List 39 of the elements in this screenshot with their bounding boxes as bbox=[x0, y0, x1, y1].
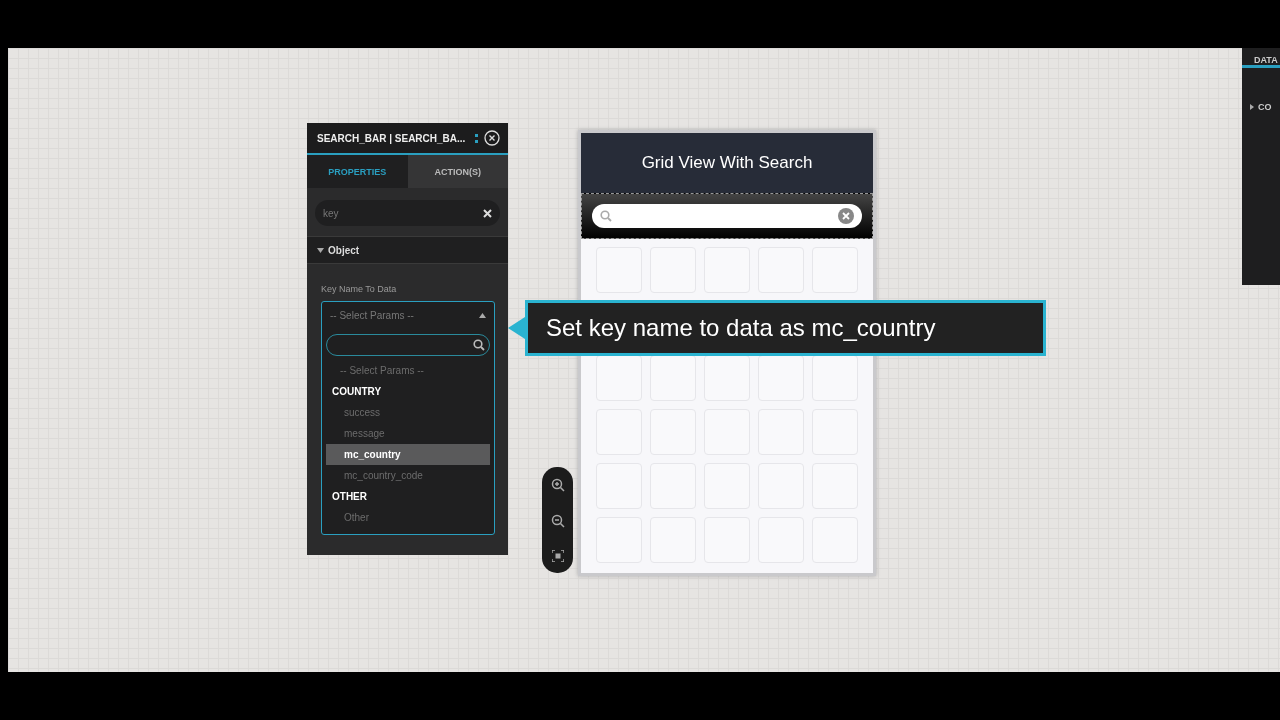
panel-tab[interactable]: PROPERTIES bbox=[307, 155, 408, 188]
drag-handle-icon[interactable] bbox=[475, 133, 478, 143]
search-icon bbox=[600, 210, 612, 222]
dropdown-option[interactable]: message bbox=[326, 423, 490, 444]
dropdown-option[interactable]: success bbox=[326, 402, 490, 423]
filter-field[interactable]: key bbox=[315, 200, 500, 226]
filter-value: key bbox=[323, 207, 340, 219]
side-panel-item[interactable]: CO bbox=[1258, 102, 1272, 112]
dropdown-value: -- Select Params -- bbox=[330, 309, 414, 321]
option-group-label: COUNTRY bbox=[331, 385, 383, 399]
dropdown-option[interactable]: Other bbox=[326, 507, 490, 528]
option-group-label: OTHER bbox=[331, 490, 368, 504]
panel-title: SEARCH_BAR | SEARCH_BA... bbox=[317, 132, 467, 144]
grid-cell bbox=[704, 355, 750, 401]
grid-cell bbox=[758, 355, 804, 401]
dropdown-option[interactable]: mc_country_code bbox=[326, 465, 490, 486]
app-title: Grid View With Search bbox=[641, 153, 813, 173]
zoom-out-icon[interactable] bbox=[550, 514, 565, 528]
clear-icon[interactable] bbox=[483, 208, 492, 218]
tooltip-text: Set key name to data as mc_country bbox=[546, 314, 936, 342]
panel-tab[interactable]: ACTION(S) bbox=[407, 155, 508, 188]
field-label: Key Name To Data bbox=[321, 284, 398, 294]
grid-cell bbox=[812, 355, 858, 401]
dropdown-option[interactable]: mc_country bbox=[326, 444, 490, 465]
search-icon bbox=[473, 339, 485, 351]
zoom-in-icon[interactable] bbox=[550, 478, 565, 492]
caret-up-icon bbox=[479, 312, 486, 318]
caret-right-icon bbox=[1250, 104, 1254, 110]
fit-screen-icon[interactable] bbox=[551, 550, 564, 562]
dropdown-option[interactable]: -- Select Params -- bbox=[326, 360, 490, 381]
grid-cell bbox=[650, 355, 696, 401]
params-dropdown[interactable]: -- Select Params -- -- Select Params -- COUNTRY success message mc_country mc_country_code OTHER Other bbox=[321, 301, 495, 535]
search-field[interactable] bbox=[592, 204, 862, 228]
section-header[interactable]: Object bbox=[307, 236, 508, 264]
grid-cell bbox=[596, 355, 642, 401]
section-label: Object bbox=[328, 244, 360, 256]
side-panel-title: DATA bbox=[1254, 55, 1278, 65]
close-icon[interactable] bbox=[484, 130, 500, 146]
search-bar[interactable] bbox=[581, 193, 873, 239]
